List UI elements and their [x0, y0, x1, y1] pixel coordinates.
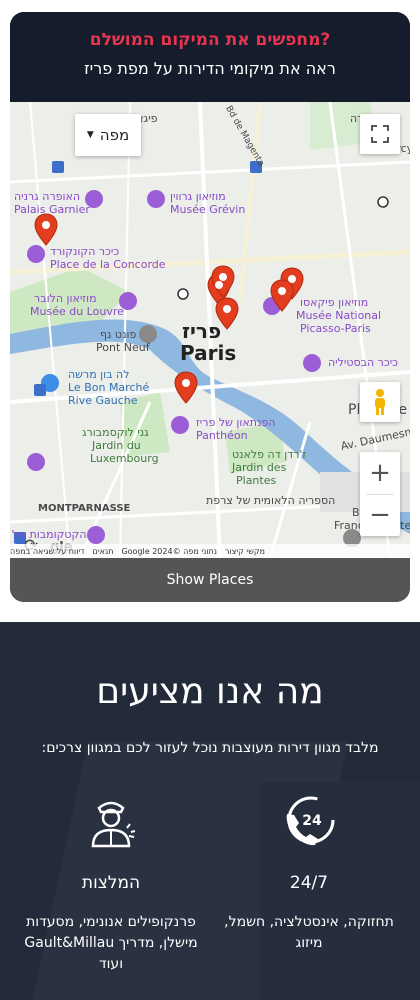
map-label: Musée National: [296, 309, 382, 322]
map-label: כיכר הקונקורד: [50, 245, 120, 258]
zoom-in-button[interactable]: +: [360, 452, 400, 494]
pegman-icon: [375, 389, 385, 415]
card-header: מחפשים את המיקום המושלם? ראה את מיקומי ה…: [10, 12, 410, 102]
map-label: Musée Grévin: [170, 203, 246, 216]
map-label: פונט נף: [100, 328, 137, 341]
map-label: הספריה הלאומית של צרפת: [206, 494, 336, 507]
attribution-data: נתוני מפה ©2024 Google: [121, 546, 217, 556]
chevron-down-icon: ▼: [86, 130, 94, 140]
city-label-he: פריז: [182, 319, 222, 343]
card-title: מחפשים את המיקום המושלם?: [89, 30, 331, 50]
feature-description: תחזוקה, אינסטלציה, חשמל, מיזוג: [224, 914, 394, 951]
map-label: האופרה גרניה: [14, 190, 81, 203]
map-label: Palais Garnier: [14, 203, 90, 216]
attribution-report[interactable]: דיווח על שגיאה במפה: [10, 547, 85, 556]
feature-title: המלצות: [81, 873, 141, 893]
map-label: Luxembourg: [90, 452, 159, 465]
map-type-label: מפה: [99, 126, 130, 144]
zoom-control: + −: [360, 452, 400, 536]
offer-subtitle: מלבד מגוון דירות מעוצבות נוכל לעזור לכם …: [41, 740, 379, 756]
map-label: לה בון מרשה: [68, 368, 130, 381]
phone-24-icon: 24: [286, 796, 335, 846]
map-type-button[interactable]: ▼ מפה: [75, 114, 141, 156]
offer-section: מה אנו מציעים מלבד מגוון דירות מעוצבות נ…: [0, 622, 420, 1000]
attribution-shortcuts[interactable]: מקשי קיצור: [225, 547, 265, 556]
street-view-pegman[interactable]: [360, 382, 400, 422]
map-label: הפנתאון של פריז: [196, 416, 276, 429]
paris-map[interactable]: פיגאל שערה האופרה גרניה Palais Garnier מ…: [10, 102, 410, 558]
map-label: MONTPARNASSE: [38, 503, 131, 514]
offer-title: מה אנו מציעים: [96, 671, 324, 712]
attribution-terms[interactable]: תנאים: [93, 547, 114, 556]
map-label: Le Bon Marché: [68, 381, 150, 394]
map-label: Plantes: [236, 474, 277, 487]
show-places-button[interactable]: Show Places: [10, 558, 410, 602]
card-subtitle: ראה את מיקומי הדירות על מפת פריז: [84, 59, 336, 78]
feature-title: 24/7: [289, 873, 329, 893]
fullscreen-button[interactable]: [360, 114, 400, 154]
map-label: ז'רדן דה פלאנט: [232, 448, 307, 461]
zoom-divider: [366, 494, 394, 495]
locations-card: מחפשים את המיקום המושלם? ראה את מיקומי ה…: [10, 12, 410, 602]
feature-description: פרנקופילים אנונימי, מסעדות מישלן, מדריך …: [24, 914, 198, 972]
zoom-out-button[interactable]: −: [360, 494, 400, 536]
map-label: מוזיאון גרווין: [170, 190, 226, 203]
map-label: Rive Gauche: [68, 394, 138, 407]
map-label: Picasso-Paris: [300, 322, 371, 335]
map-label: Musée du Louvre: [30, 305, 124, 318]
fullscreen-icon: [371, 125, 389, 143]
map-label: מוזיאון הלובר: [34, 292, 97, 305]
city-label-en: Paris: [180, 341, 237, 365]
feature-24-7: 24 24/7 תחזוקה, אינסטלציה, חשמל, מיזוג: [214, 794, 404, 954]
map-label: Panthéon: [196, 429, 248, 442]
map-label: Pont Neuf: [96, 341, 150, 354]
svg-text:24: 24: [302, 813, 322, 829]
map-label: Jardin du: [92, 439, 141, 452]
map-attribution: מקשי קיצור נתוני מפה ©2024 Google תנאים …: [10, 544, 410, 558]
map-label: גני לוקסמבורג: [82, 426, 149, 439]
map-label: כיכר הבסטיליה: [328, 356, 398, 369]
concierge-icon: [91, 801, 136, 848]
feature-recommendations: המלצות פרנקופילים אנונימי, מסעדות מישלן,…: [16, 794, 206, 975]
map-label: Place de la Concorde: [50, 258, 166, 271]
map-label: Jardin des: [232, 461, 287, 474]
map-label: מוזיאון פיקאסו: [300, 296, 369, 309]
